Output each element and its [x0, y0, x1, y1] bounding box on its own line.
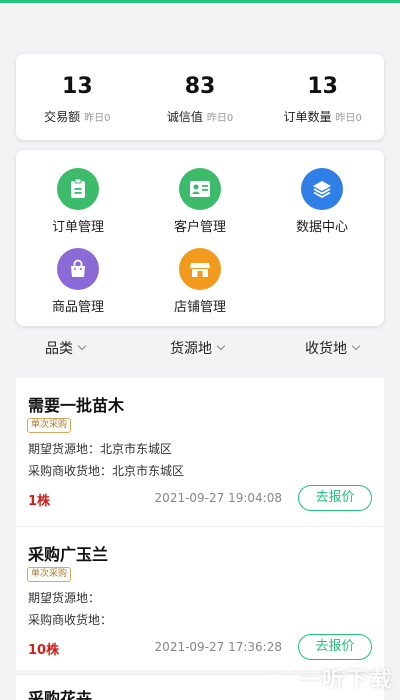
listing-destination: 采购商收货地：	[28, 613, 113, 627]
menu-product-management[interactable]: 商品管理	[28, 248, 128, 315]
stat-label: 订单数量	[283, 110, 332, 124]
stat-transaction[interactable]: 13 交易额 昨日0	[16, 54, 139, 140]
clipboard-icon	[57, 168, 99, 210]
stat-label: 诚信值	[166, 110, 203, 124]
stat-yesterday: 昨日0	[84, 113, 111, 124]
listing-origin: 期望货源地：	[28, 591, 101, 605]
watermark: 听 一听下载	[261, 662, 394, 694]
stat-value: 13	[307, 74, 338, 99]
listing-title: 采购花卉	[28, 689, 93, 700]
purchase-type-badge: 单次采购	[27, 567, 72, 582]
purchase-type-badge: 单次采购	[27, 418, 72, 433]
stat-label: 交易额	[44, 110, 81, 124]
watermark-logo: 听	[261, 663, 292, 693]
list-item[interactable]: 采购广玉兰 单次采购 期望货源地： 采购商收货地： 10株 2021-09-27…	[16, 526, 384, 670]
id-card-icon	[179, 168, 221, 210]
menu-label: 商品管理	[51, 300, 104, 315]
watermark-text: 一听下载	[297, 668, 394, 693]
menu-label: 客户管理	[173, 220, 226, 235]
filter-bar: 品类 货源地 收货地	[0, 336, 400, 360]
menu-label: 店铺管理	[173, 300, 226, 315]
stat-value: 13	[62, 74, 93, 99]
stat-credit[interactable]: 83 诚信值 昨日0	[139, 54, 262, 140]
list-item[interactable]: 需要一批苗木 单次采购 期望货源地：北京市东城区 采购商收货地：北京市东城区 1…	[16, 378, 384, 526]
menu-order-management[interactable]: 订单管理	[28, 168, 128, 235]
stat-value: 83	[184, 74, 216, 99]
menu-label: 订单管理	[51, 220, 104, 235]
stat-yesterday: 昨日0	[335, 113, 362, 124]
filter-label: 收货地	[305, 341, 347, 357]
listing-time: 2021-09-27 17:36:28	[154, 640, 282, 654]
listing-quantity: 1株	[28, 494, 51, 509]
menu-store-management[interactable]: 店铺管理	[150, 248, 250, 315]
stat-orders[interactable]: 13 订单数量 昨日0	[261, 54, 384, 140]
listing-time: 2021-09-27 19:04:08	[154, 491, 282, 505]
listing-title: 采购广玉兰	[28, 545, 109, 564]
store-icon	[179, 248, 221, 290]
chevron-down-icon	[351, 341, 361, 351]
listing-title: 需要一批苗木	[28, 396, 125, 415]
filter-source-location[interactable]: 货源地	[170, 338, 226, 358]
shortcut-menu-card: 订单管理 客户管理 数据中心 商品管理 店铺管理	[16, 150, 384, 326]
listing-quantity: 10株	[28, 643, 60, 658]
listing-destination: 采购商收货地：北京市东城区	[28, 464, 185, 478]
menu-data-center[interactable]: 数据中心	[272, 168, 372, 235]
top-accent-bar	[0, 0, 400, 3]
menu-customer-management[interactable]: 客户管理	[150, 168, 250, 235]
quote-button[interactable]: 去报价	[298, 634, 372, 660]
filter-category[interactable]: 品类	[45, 338, 87, 358]
quote-button[interactable]: 去报价	[298, 485, 372, 511]
chevron-down-icon	[216, 341, 226, 351]
stat-yesterday: 昨日0	[206, 113, 234, 124]
stats-card: 13 交易额 昨日0 83 诚信值 昨日0 13 订单数量 昨日0	[16, 54, 384, 140]
layers-icon	[301, 168, 343, 210]
filter-label: 品类	[45, 341, 73, 357]
shopping-bag-icon	[57, 248, 99, 290]
chevron-down-icon	[77, 341, 87, 351]
filter-delivery-location[interactable]: 收货地	[305, 338, 361, 358]
filter-label: 货源地	[170, 341, 212, 357]
listing-origin: 期望货源地：北京市东城区	[28, 442, 173, 456]
menu-label: 数据中心	[295, 220, 348, 235]
